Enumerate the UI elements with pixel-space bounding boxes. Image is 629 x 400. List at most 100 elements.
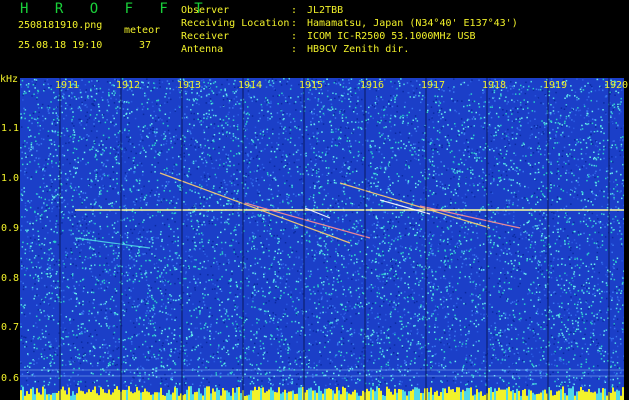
noise-speck (21, 157, 23, 160)
noise-speck (530, 283, 532, 286)
noise-speck (56, 205, 58, 208)
noise-speck (240, 261, 242, 264)
noise-speck (334, 383, 337, 386)
noise-speck (581, 285, 583, 287)
noise-speck (295, 288, 297, 290)
noise-speck (353, 347, 355, 350)
noise-speck (568, 221, 570, 223)
noise-speck (225, 115, 228, 118)
noise-speck (75, 239, 78, 241)
noise-speck (564, 216, 566, 219)
noise-speck (252, 350, 254, 352)
noise-speck (367, 337, 370, 340)
noise-speck (130, 256, 133, 258)
noise-speck (166, 120, 168, 122)
noise-speck (278, 94, 280, 97)
noise-speck (167, 244, 169, 246)
spectrogram-canvas (20, 78, 624, 400)
noise-speck (584, 122, 587, 125)
noise-speck (510, 184, 513, 187)
noise-speck (271, 116, 273, 118)
noise-speck (260, 214, 262, 216)
noise-speck (503, 289, 505, 292)
noise-speck (209, 325, 212, 328)
noise-speck (557, 199, 559, 202)
noise-speck (286, 315, 289, 317)
noise-speck (234, 344, 237, 346)
noise-speck (367, 301, 369, 303)
noise-speck (27, 86, 29, 88)
noise-speck (355, 185, 358, 187)
noise-speck (97, 180, 99, 182)
noise-speck (541, 193, 544, 195)
noise-speck (72, 138, 74, 140)
noise-speck (148, 81, 150, 83)
noise-speck (529, 120, 532, 122)
noise-speck (451, 231, 453, 233)
noise-speck (462, 201, 464, 204)
noise-speck (52, 319, 55, 321)
noise-speck (130, 190, 133, 193)
noise-speck (70, 250, 72, 252)
noise-speck (327, 214, 329, 217)
noise-speck (370, 269, 373, 271)
noise-speck (54, 200, 56, 202)
noise-speck (244, 181, 247, 183)
noise-speck (225, 269, 227, 271)
noise-speck (278, 248, 280, 251)
noise-speck (315, 158, 317, 161)
noise-speck (603, 132, 605, 135)
noise-speck (76, 228, 78, 230)
noise-speck (101, 177, 103, 179)
noise-speck (284, 165, 287, 167)
noise-speck (465, 357, 467, 359)
noise-speck (24, 216, 26, 218)
noise-speck (178, 155, 180, 158)
noise-speck (332, 288, 334, 290)
noise-speck (75, 189, 78, 191)
noise-speck (512, 319, 514, 322)
noise-speck (432, 294, 434, 296)
noise-speck (199, 121, 201, 123)
noise-speck (620, 101, 622, 103)
noise-speck (141, 164, 143, 167)
noise-speck (398, 294, 400, 296)
noise-speck (519, 159, 522, 162)
noise-speck (476, 331, 479, 333)
noise-speck (135, 198, 138, 200)
noise-speck (523, 99, 525, 101)
noise-speck (205, 322, 207, 325)
noise-speck (569, 249, 572, 251)
noise-speck (583, 206, 585, 209)
noise-speck (252, 247, 254, 250)
noise-speck (450, 177, 452, 180)
noise-speck (302, 313, 304, 315)
noise-speck (107, 357, 109, 359)
noise-speck (313, 135, 315, 138)
noise-speck (524, 310, 526, 313)
noise-speck (397, 310, 399, 313)
noise-speck (188, 170, 190, 173)
noise-speck (550, 253, 552, 256)
noise-speck (187, 218, 189, 221)
noise-speck (422, 146, 424, 148)
noise-speck (149, 317, 151, 319)
noise-speck (587, 200, 589, 202)
noise-speck (256, 98, 259, 101)
noise-speck (239, 103, 241, 105)
noise-speck (279, 277, 282, 280)
noise-speck (112, 166, 114, 168)
noise-speck (572, 358, 575, 360)
noise-speck (26, 155, 29, 157)
noise-speck (378, 275, 380, 278)
noise-speck (253, 237, 255, 240)
noise-speck (398, 383, 401, 385)
noise-speck (461, 226, 463, 229)
noise-speck (583, 232, 585, 235)
noise-speck (99, 264, 101, 267)
noise-speck (528, 324, 531, 326)
noise-speck (602, 109, 604, 111)
noise-speck (445, 255, 447, 257)
noise-speck (350, 366, 353, 368)
noise-speck (125, 179, 128, 182)
